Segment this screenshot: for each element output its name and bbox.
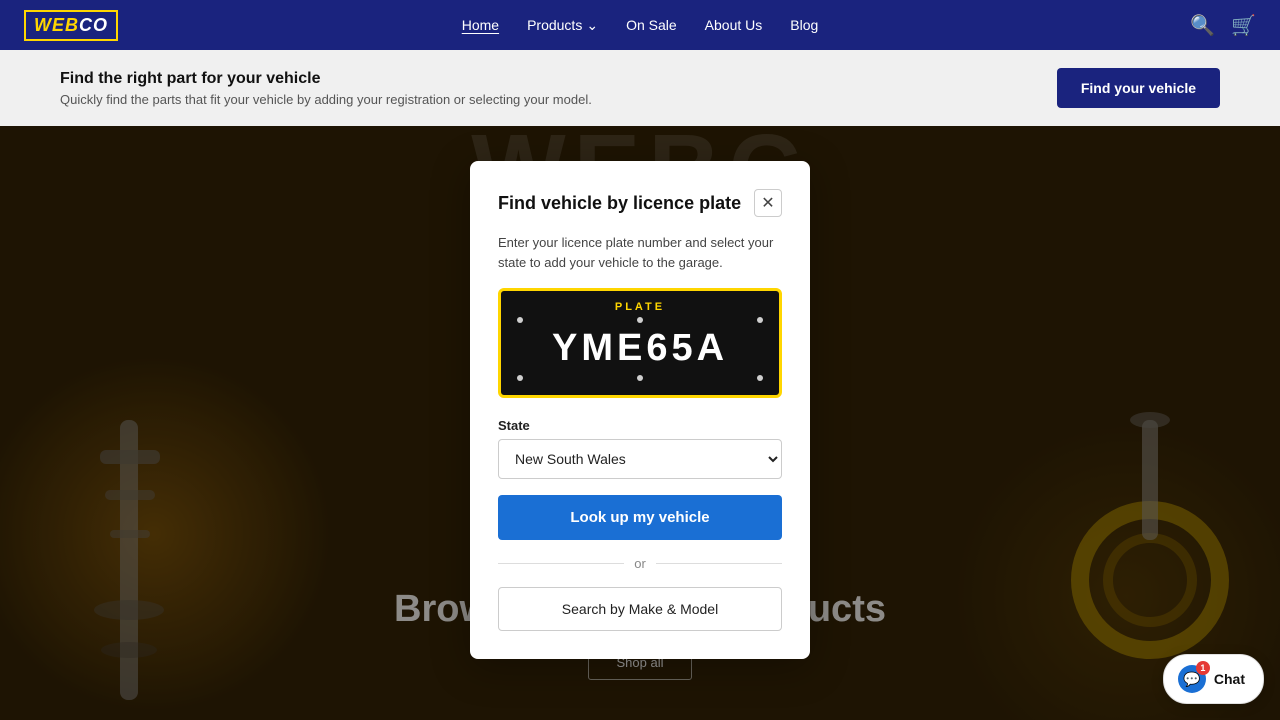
plate-top-dots <box>517 317 763 323</box>
plate-number: YME65A <box>517 325 763 371</box>
or-divider: or <box>498 556 782 571</box>
modal-title: Find vehicle by licence plate <box>498 193 741 214</box>
modal-header: Find vehicle by licence plate ✕ <box>498 189 782 217</box>
plate-bottom-dots <box>517 375 763 381</box>
logo-text: WEBCO <box>34 15 108 36</box>
divider-line-left <box>498 563 624 564</box>
lookup-vehicle-button[interactable]: Look up my vehicle <box>498 495 782 540</box>
state-select[interactable]: New South Wales Victoria Queensland Sout… <box>498 439 782 479</box>
dot-tl <box>517 317 523 323</box>
banner-heading: Find the right part for your vehicle <box>60 70 592 88</box>
dot-bl <box>517 375 523 381</box>
licence-plate-modal: Find vehicle by licence plate ✕ Enter yo… <box>470 161 810 659</box>
nav-aboutus[interactable]: About Us <box>705 17 763 33</box>
cart-icon[interactable]: 🛒 <box>1231 13 1256 38</box>
chat-badge: 1 <box>1196 661 1210 675</box>
search-icon[interactable]: 🔍 <box>1190 13 1215 38</box>
state-label: State <box>498 418 782 433</box>
dot-bm <box>637 375 643 381</box>
nav-onsale[interactable]: On Sale <box>626 17 677 33</box>
plate-label: PLATE <box>517 301 763 313</box>
chat-label: Chat <box>1214 671 1245 687</box>
hero-section: WEBC & S Browse our latest <box>0 100 1280 720</box>
chevron-down-icon: ⌄ <box>586 17 598 34</box>
find-vehicle-button[interactable]: Find your vehicle <box>1057 68 1220 108</box>
divider-line-right <box>656 563 782 564</box>
dot-br <box>757 375 763 381</box>
nav-products[interactable]: Products ⌄ <box>527 17 598 34</box>
vehicle-banner: Find the right part for your vehicle Qui… <box>0 50 1280 126</box>
licence-plate-display: PLATE YME65A <box>498 288 782 398</box>
dot-tm <box>637 317 643 323</box>
or-text: or <box>634 556 646 571</box>
banner-description: Quickly find the parts that fit your veh… <box>60 92 592 107</box>
navbar-icons: 🔍 🛒 <box>1190 13 1256 38</box>
nav-blog[interactable]: Blog <box>790 17 818 33</box>
navbar: WEBCO Home Products ⌄ On Sale About Us B… <box>0 0 1280 50</box>
chat-icon: 💬 1 <box>1178 665 1206 693</box>
banner-text: Find the right part for your vehicle Qui… <box>60 70 592 107</box>
modal-description: Enter your licence plate number and sele… <box>498 233 782 272</box>
chat-button[interactable]: 💬 1 Chat <box>1163 654 1264 704</box>
logo[interactable]: WEBCO <box>24 10 118 41</box>
dot-tr <box>757 317 763 323</box>
make-model-button[interactable]: Search by Make & Model <box>498 587 782 631</box>
nav-links: Home Products ⌄ On Sale About Us Blog <box>462 17 819 34</box>
nav-home[interactable]: Home <box>462 17 499 33</box>
close-icon: ✕ <box>761 193 774 213</box>
modal-overlay: Find vehicle by licence plate ✕ Enter yo… <box>0 100 1280 720</box>
close-button[interactable]: ✕ <box>754 189 782 217</box>
